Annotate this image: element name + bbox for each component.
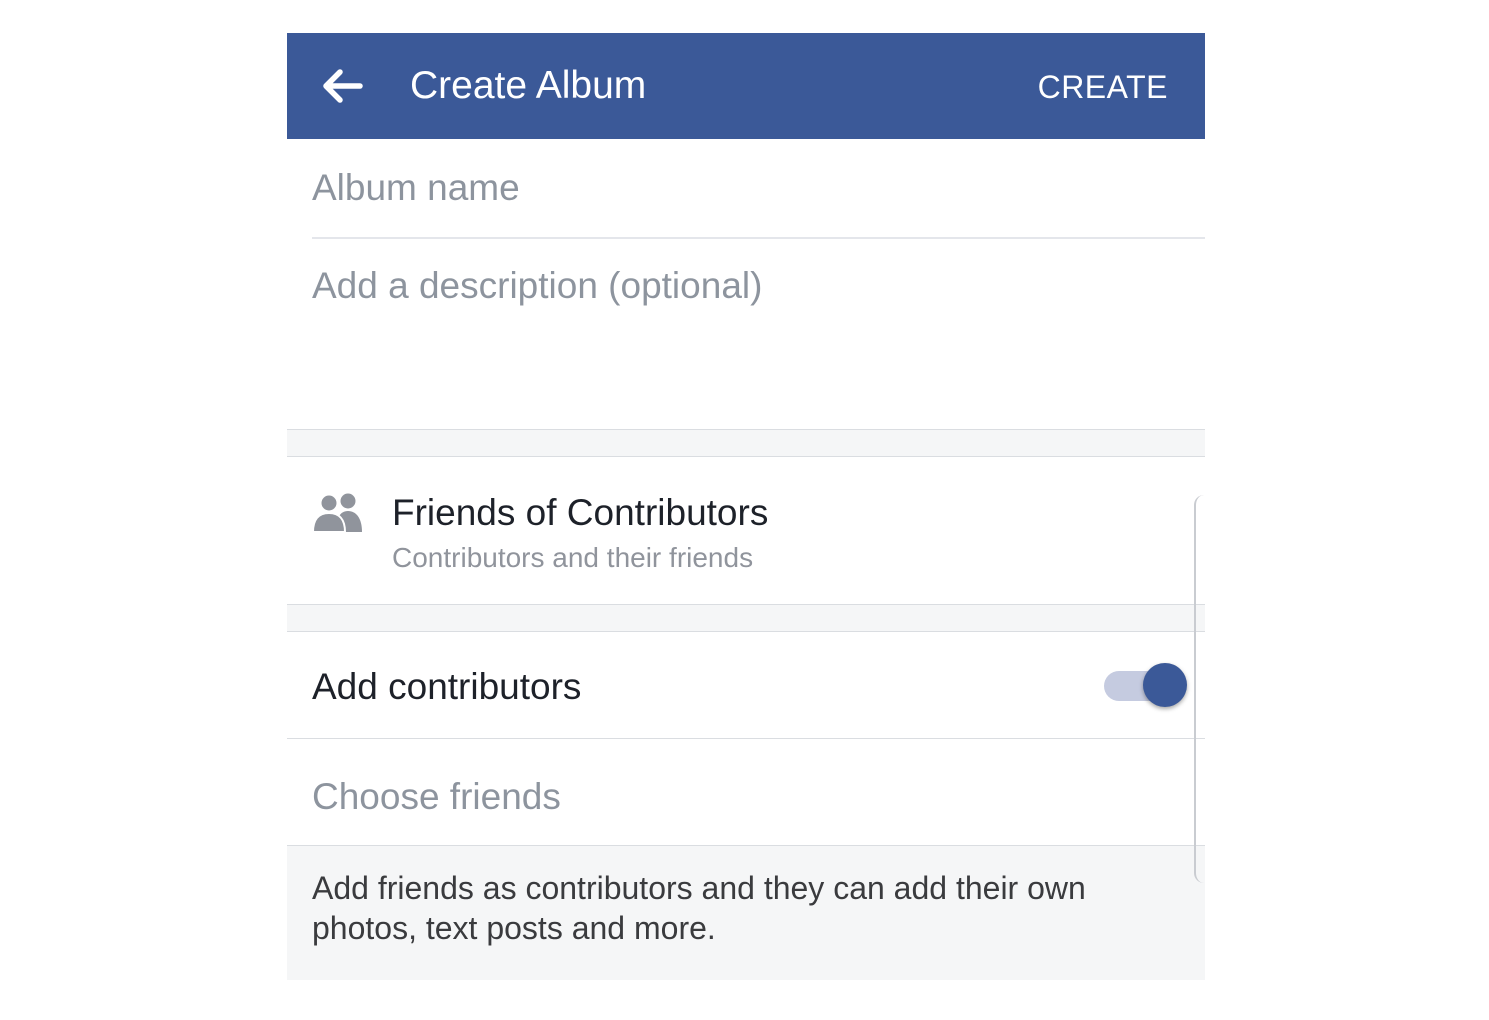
create-album-screen: Create Album CREATE Friends of Contribut…: [287, 33, 1205, 980]
back-button[interactable]: [317, 61, 367, 111]
privacy-selector[interactable]: Friends of Contributors Contributors and…: [287, 457, 1205, 604]
add-contributors-toggle[interactable]: [1102, 662, 1190, 708]
divider: [312, 237, 1205, 239]
add-contributors-label: Add contributors: [312, 666, 582, 707]
contributors-info-text: Add friends as contributors and they can…: [312, 870, 1086, 946]
description-input[interactable]: [312, 263, 1205, 413]
choose-friends-input[interactable]: [312, 774, 1205, 820]
arrow-left-icon: [323, 69, 363, 103]
add-contributors-row: Add contributors: [287, 632, 1205, 739]
privacy-title: Friends of Contributors: [392, 492, 769, 533]
scrollbar[interactable]: [1194, 495, 1205, 883]
section-separator: [287, 604, 1205, 632]
page-title: Create Album: [410, 64, 647, 107]
friends-icon: [312, 493, 362, 532]
toggle-knob: [1143, 663, 1187, 707]
album-name-input[interactable]: [312, 165, 1205, 211]
create-button[interactable]: CREATE: [1038, 67, 1168, 107]
section-separator: [287, 429, 1205, 457]
privacy-subtitle: Contributors and their friends: [392, 542, 754, 573]
contributors-info-box: Add friends as contributors and they can…: [287, 845, 1205, 980]
app-bar: Create Album CREATE: [287, 33, 1205, 139]
